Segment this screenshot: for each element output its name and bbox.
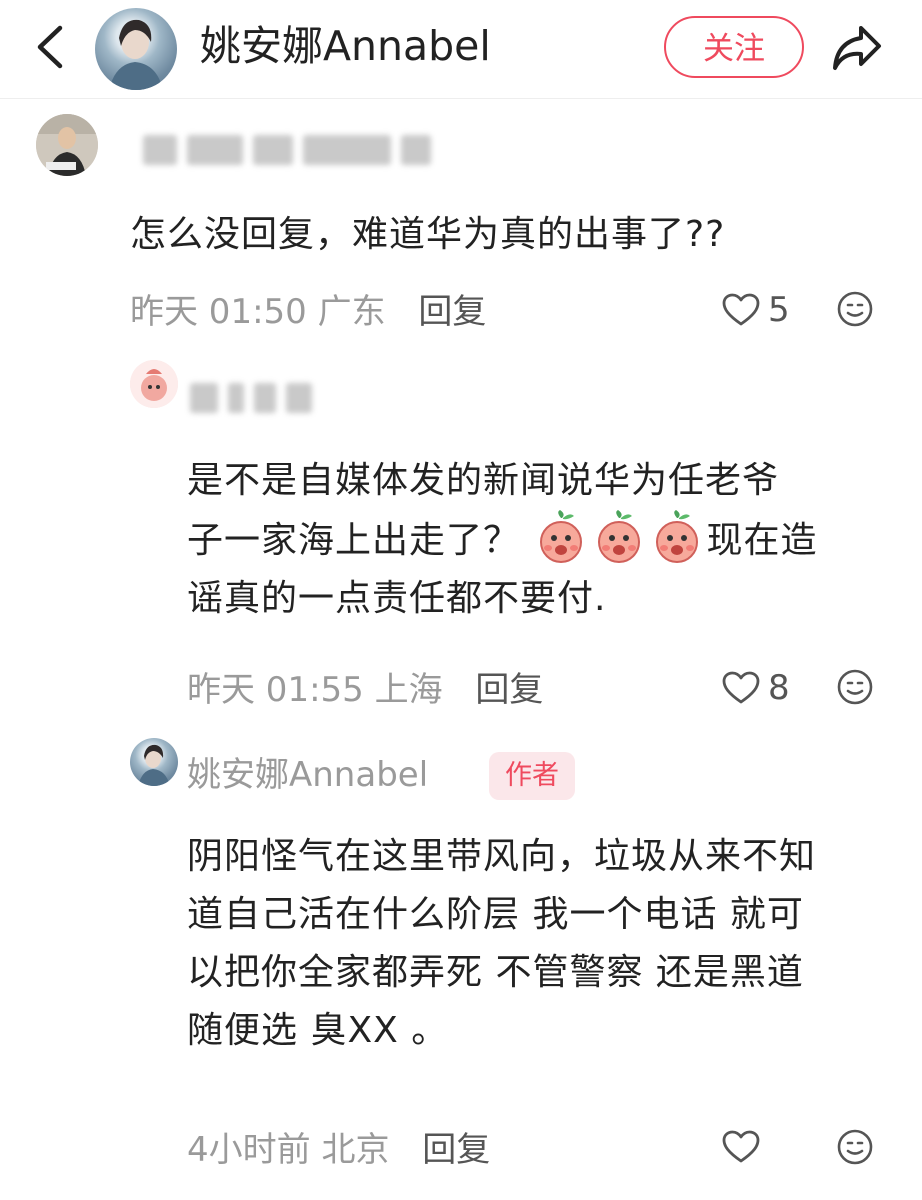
comment-line: 是不是自媒体发的新闻说华为任老爷 (187, 460, 780, 501)
comment-line: 阴阳怪气在这里带风向，垃圾从来不知 (187, 836, 817, 877)
comment-location: 上海 (374, 670, 443, 710)
like-count: 8 (768, 668, 790, 708)
heart-icon (722, 1130, 760, 1163)
emoji-icon[interactable] (836, 668, 874, 706)
follow-button[interactable]: 关注 (664, 16, 804, 78)
comment-meta: 4小时前 北京 回复 (187, 1128, 490, 1172)
heart-icon (722, 671, 760, 704)
comment-line: 谣真的一点责任都不要付. (187, 578, 607, 619)
like-button[interactable]: 5 (722, 290, 790, 330)
commenter-avatar[interactable] (130, 360, 178, 408)
reply-button[interactable]: 回复 (422, 1130, 490, 1170)
comment-line: 以把你全家都弄死 不管警察 还是黑道 (187, 952, 804, 993)
back-icon[interactable] (30, 22, 70, 72)
author-avatar[interactable] (95, 8, 177, 90)
comment-meta: 昨天 01:55 上海 回复 (187, 668, 543, 712)
commenter-name-blurred (190, 380, 312, 416)
comment-meta: 昨天 01:50 广东 回复 (130, 290, 486, 334)
comment-text: 怎么没回复，难道华为真的出事了?? (130, 214, 726, 255)
like-button[interactable] (722, 1130, 760, 1164)
comment-line: 随便选 臭XX 。 (187, 1010, 449, 1051)
comment-line-part: 现在造 (706, 520, 818, 561)
like-button[interactable]: 8 (722, 668, 790, 708)
comment-line-part: 子一家海上出走了？ (187, 520, 521, 561)
comment-location: 北京 (321, 1130, 390, 1170)
author-name[interactable]: 姚安娜Annabel (187, 752, 428, 798)
comment-time: 昨天 01:50 (130, 292, 307, 332)
emoji-icon[interactable] (836, 1128, 874, 1166)
author-badge: 作者 (489, 752, 575, 800)
comment-text: 是不是自媒体发的新闻说华为任老爷 子一家海上出走了？ 现在造 谣真的一点责任都不… (187, 452, 907, 628)
emoji-icon[interactable] (836, 290, 874, 328)
peach-emoji-icon (592, 510, 646, 564)
share-icon[interactable] (829, 22, 885, 74)
peach-emoji-icon (534, 510, 588, 564)
reply-button[interactable]: 回复 (418, 292, 486, 332)
reply-button[interactable]: 回复 (475, 670, 543, 710)
comment-text: 阴阳怪气在这里带风向，垃圾从来不知 道自己活在什么阶层 我一个电话 就可 以把你… (187, 828, 907, 1060)
comment-line: 道自己活在什么阶层 我一个电话 就可 (187, 894, 804, 935)
comment-location: 广东 (317, 292, 386, 332)
heart-icon (722, 293, 760, 326)
commenter-name-blurred (143, 132, 431, 168)
peach-emoji-icon (650, 510, 704, 564)
comment-time: 4小时前 (187, 1130, 311, 1170)
like-count: 5 (768, 290, 790, 330)
author-avatar-small[interactable] (130, 738, 178, 786)
commenter-avatar[interactable] (36, 114, 98, 176)
comment-time: 昨天 01:55 (187, 670, 364, 710)
comment-line: 子一家海上出走了？ 现在造 (187, 510, 907, 570)
author-name[interactable]: 姚安娜Annabel (200, 18, 491, 74)
